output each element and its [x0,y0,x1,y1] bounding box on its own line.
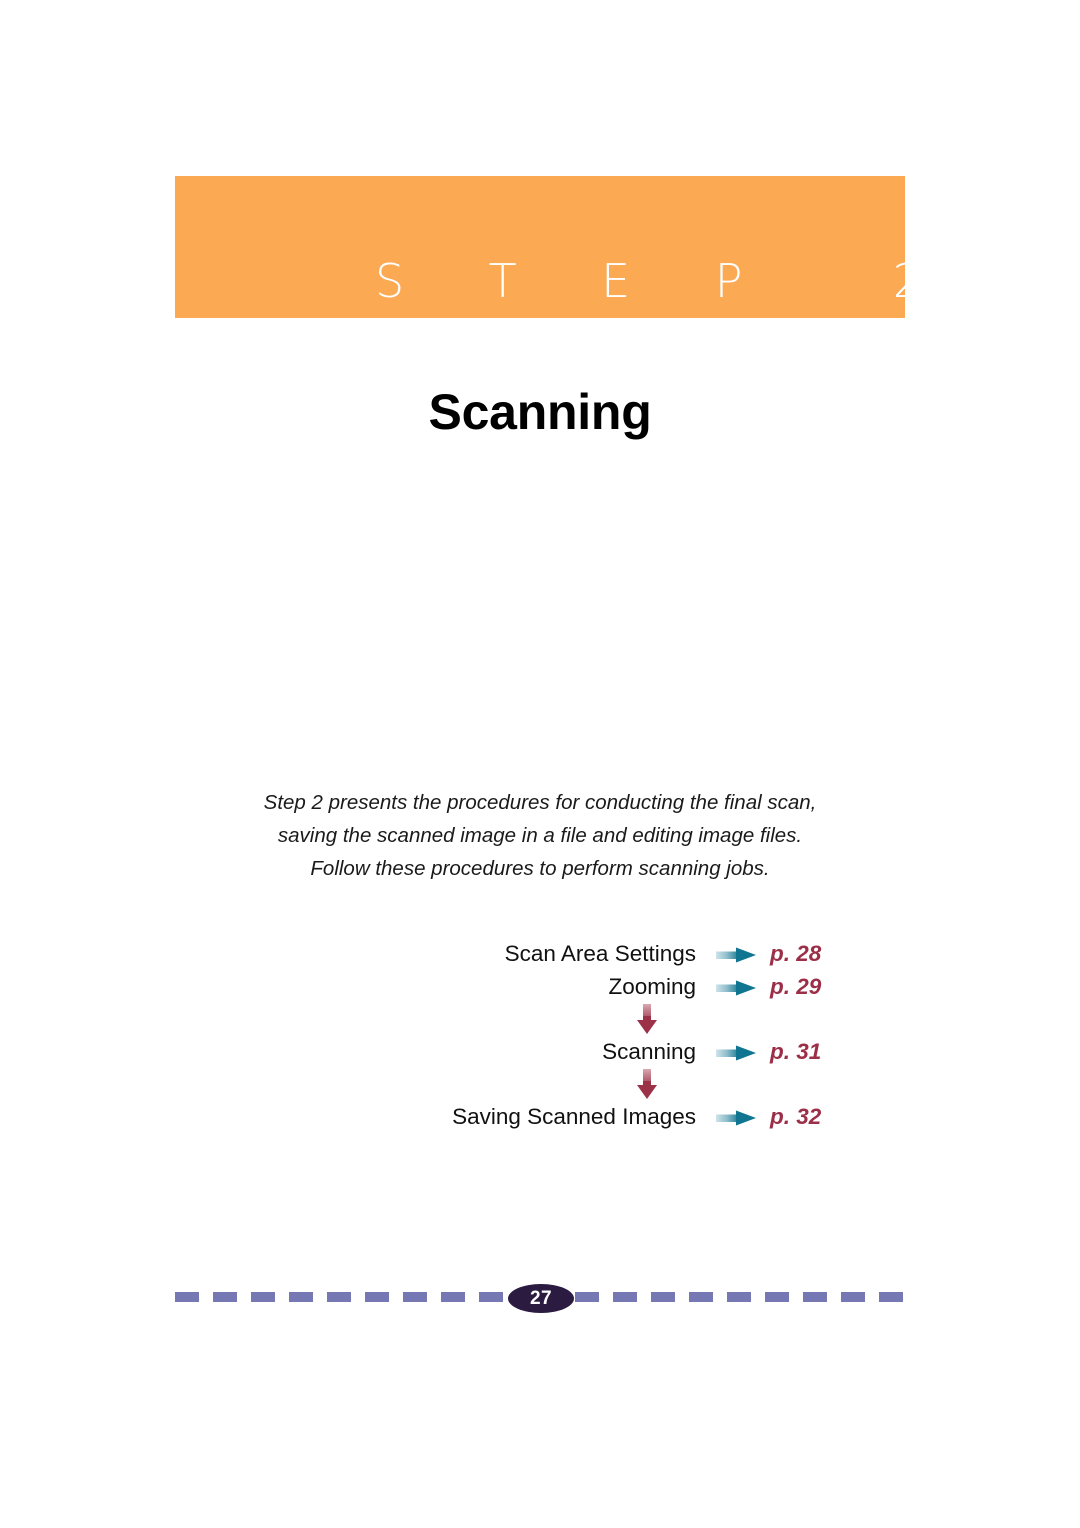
right-arrow-icon [716,945,758,965]
toc-entry-saving-scanned-images[interactable]: Saving Scanned Images p. 32 [0,1101,1080,1134]
toc-connector-1 [0,1004,1080,1036]
page-title: Scanning [428,384,652,440]
toc-entry-label: Scanning [602,1039,696,1065]
right-arrow-icon [716,978,758,998]
toc-entry-label: Scan Area Settings [504,941,696,967]
toc-entry-label: Saving Scanned Images [452,1104,696,1130]
intro-line-2: saving the scanned image in a file and e… [277,824,803,848]
right-arrow-icon [716,1043,758,1063]
right-arrow-icon [716,1108,758,1128]
down-arrow-icon [634,1004,660,1036]
intro-line-1: Step 2 presents the procedures for condu… [263,791,817,814]
toc-connector-2 [0,1069,1080,1101]
toc-entry-scan-area-settings[interactable]: Scan Area Settings p. 28 [0,938,1080,971]
step-banner: S T E P 2 [175,176,922,318]
toc-entry-page-ref: p. 31 [770,1039,822,1065]
step-banner-label: S T E P 2 [375,254,941,308]
toc-entry-zooming[interactable]: Zooming p. 29 [0,971,1080,1004]
page-number-badge: 27 [508,1284,574,1313]
toc-entry-page-ref: p. 28 [770,941,822,967]
page-number: 27 [530,1288,552,1309]
intro-line-3: Follow these procedures to perform scann… [310,857,770,881]
footer-dash-right [575,1292,905,1302]
intro-paragraph: Step 2 presents the procedures for condu… [0,786,1080,886]
toc-entry-scanning[interactable]: Scanning p. 31 [0,1036,1080,1069]
toc-list: Scan Area Settings p. 28 Zooming p. 29 S… [0,938,1080,1134]
toc-entry-label: Zooming [608,974,696,1000]
toc-entry-page-ref: p. 32 [770,1104,822,1130]
down-arrow-icon [634,1069,660,1101]
toc-entry-page-ref: p. 29 [770,974,822,1000]
footer-dash-left [175,1292,507,1302]
